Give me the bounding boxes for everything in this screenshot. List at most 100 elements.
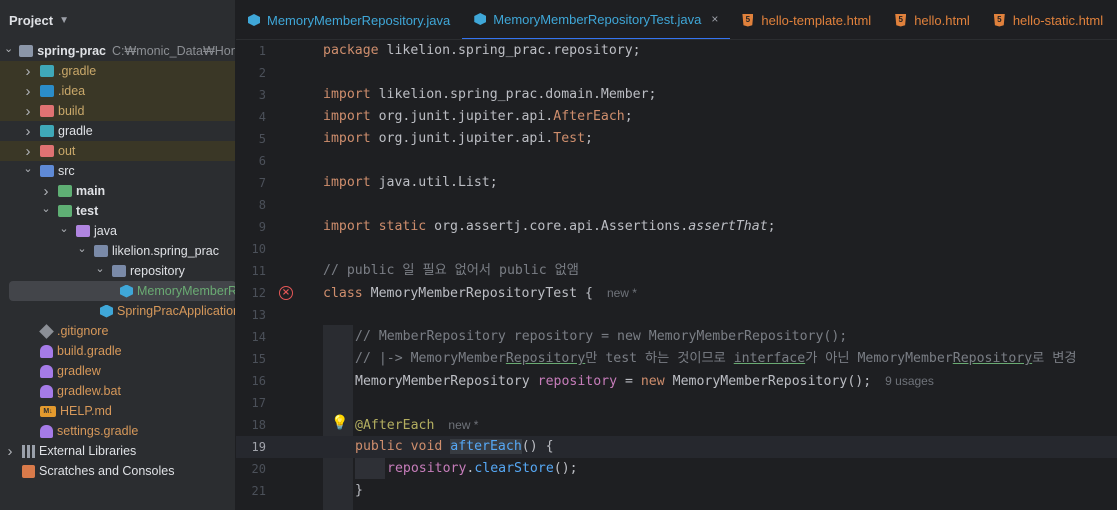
code-line-9[interactable]: import static org.assertj.core.api.Asser… — [323, 216, 776, 238]
line-number[interactable]: 9 — [236, 220, 266, 234]
gradle-folder-icon — [40, 65, 54, 77]
line-number[interactable]: 11 — [236, 264, 266, 278]
line-number[interactable]: 17 — [236, 396, 266, 410]
tree-item-label: src — [58, 164, 75, 178]
tree-item[interactable]: › .idea — [0, 81, 235, 101]
line-number[interactable]: 6 — [236, 154, 266, 168]
tree-item[interactable]: ⌄ java — [0, 221, 235, 241]
code-line-21[interactable]: } — [355, 480, 363, 502]
tree-item-label: test — [76, 204, 99, 218]
tree-item[interactable]: › build — [0, 101, 235, 121]
line-number[interactable]: 13 — [236, 308, 266, 322]
test-source-folder-icon — [76, 225, 90, 237]
editor-tab[interactable]: 5 hello-template.html — [730, 0, 883, 39]
line-number[interactable]: 16 — [236, 374, 266, 388]
lightbulb-icon[interactable]: 💡 — [331, 416, 348, 430]
line-number[interactable]: 19 — [236, 440, 266, 454]
chevron-down-icon[interactable]: ⌄ — [22, 162, 34, 175]
line-number[interactable]: 3 — [236, 88, 266, 102]
editor-line: 21 — [236, 480, 1117, 502]
tree-item[interactable]: ⌄ spring-prac C:₩monic_Data₩Hong — [0, 41, 235, 61]
tree-item-label: java — [94, 224, 117, 238]
editor-line: 2 — [236, 62, 1117, 84]
line-number[interactable]: 12 — [236, 286, 266, 300]
inlay-hint-new[interactable]: new * — [448, 418, 478, 432]
code-line-18[interactable]: @AfterEach new * — [355, 414, 478, 437]
code-line-4[interactable]: import org.junit.jupiter.api.AfterEach; — [323, 106, 633, 128]
tree-item[interactable]: .gitignore — [0, 321, 235, 341]
chevron-right-icon[interactable]: › — [22, 103, 34, 120]
chevron-right-icon[interactable]: › — [22, 143, 34, 160]
line-number[interactable]: 21 — [236, 484, 266, 498]
tab-label: hello.html — [914, 12, 970, 28]
tree-item[interactable]: ⌄ likelion.spring_prac — [0, 241, 235, 261]
chevron-right-icon[interactable]: › — [40, 183, 52, 200]
chevron-right-icon[interactable]: › — [22, 83, 34, 100]
chevron-down-icon[interactable]: ⌄ — [40, 202, 52, 215]
tree-item-label: .gradle — [58, 64, 97, 78]
tree-item[interactable]: SpringPracApplicationTests — [0, 301, 235, 321]
chevron-down-icon[interactable]: ▼ — [59, 15, 69, 26]
chevron-right-icon[interactable]: › — [22, 123, 34, 140]
line-number[interactable]: 4 — [236, 110, 266, 124]
editor-tab[interactable]: MemoryMemberRepository.java — [236, 0, 462, 39]
excluded-folder-icon — [40, 145, 54, 157]
code-line-12[interactable]: class MemoryMemberRepositoryTest {new * — [323, 282, 637, 305]
close-icon[interactable]: × — [711, 12, 718, 26]
code-line-1[interactable]: package likelion.spring_prac.repository; — [323, 40, 641, 62]
line-number[interactable]: 8 — [236, 198, 266, 212]
chevron-right-icon[interactable]: › — [22, 63, 34, 80]
tree-item[interactable]: ⌄ repository — [0, 261, 235, 281]
inlay-hint-new[interactable]: new * — [607, 286, 637, 300]
tree-item[interactable]: ⌄ test — [0, 201, 235, 221]
line-number[interactable]: 18 — [236, 418, 266, 432]
tree-item[interactable]: M↓ HELP.md — [0, 401, 235, 421]
line-number[interactable]: 10 — [236, 242, 266, 256]
project-view-selector[interactable]: Project ▼ — [0, 0, 235, 40]
tree-item-label: Scratches and Consoles — [39, 464, 175, 478]
chevron-right-icon[interactable]: › — [4, 443, 16, 460]
tree-item[interactable]: ⌄ src — [0, 161, 235, 181]
code-line-14[interactable]: // MemberRepository repository = new Mem… — [355, 326, 847, 348]
chevron-down-icon[interactable]: ⌄ — [58, 222, 70, 235]
error-icon[interactable]: × — [279, 286, 293, 300]
code-line-5[interactable]: import org.junit.jupiter.api.Test; — [323, 128, 593, 150]
code-line-11[interactable]: // public 일 필요 없어서 public 없앰 — [323, 260, 579, 282]
chevron-down-icon[interactable]: ⌄ — [76, 242, 88, 255]
line-number[interactable]: 20 — [236, 462, 266, 476]
editor-tab[interactable]: 5 hello.html — [883, 0, 982, 39]
line-number[interactable]: 1 — [236, 44, 266, 58]
line-number[interactable]: 7 — [236, 176, 266, 190]
tree-item[interactable]: build.gradle — [0, 341, 235, 361]
code-line-19[interactable]: public void afterEach() { — [355, 436, 554, 458]
tree-item-label: settings.gradle — [57, 424, 139, 438]
line-number[interactable]: 15 — [236, 352, 266, 366]
code-line-20[interactable]: repository.clearStore(); — [387, 458, 578, 480]
tree-item[interactable]: gradlew.bat — [0, 381, 235, 401]
code-editor[interactable]: 1 2 3 4 5 6 7 8 9 10 11 12 13 14 15 16 17 18 19 20 21 packag… — [236, 40, 1117, 510]
line-number[interactable]: 14 — [236, 330, 266, 344]
tree-item[interactable]: › gradle — [0, 121, 235, 141]
tree-item[interactable]: MemoryMemberRepositoryTest — [9, 281, 235, 301]
inlay-hint-usages[interactable]: 9 usages — [885, 374, 934, 388]
code-line-16[interactable]: MemoryMemberRepository repository = new … — [355, 370, 934, 393]
chevron-down-icon[interactable]: ⌄ — [4, 42, 13, 55]
java-class-icon — [248, 14, 260, 26]
code-line-7[interactable]: import java.util.List; — [323, 172, 498, 194]
editor-tab[interactable]: 5 hello-static.html — [982, 0, 1115, 39]
editor-line: 13 — [236, 304, 1117, 326]
code-line-3[interactable]: import likelion.spring_prac.domain.Membe… — [323, 84, 656, 106]
tree-item[interactable]: settings.gradle — [0, 421, 235, 441]
tree-item[interactable]: gradlew — [0, 361, 235, 381]
line-number[interactable]: 5 — [236, 132, 266, 146]
code-line-15[interactable]: // |-> MemoryMemberRepository만 test 하는 것… — [355, 348, 1077, 370]
tree-item[interactable]: › out — [0, 141, 235, 161]
line-number[interactable]: 2 — [236, 66, 266, 80]
tree-item[interactable]: › .gradle — [0, 61, 235, 81]
tree-item[interactable]: › main — [0, 181, 235, 201]
chevron-down-icon[interactable]: ⌄ — [94, 262, 106, 275]
html-file-icon: 5 — [742, 13, 754, 27]
tree-item[interactable]: › External Libraries — [0, 441, 235, 461]
editor-tab[interactable]: MemoryMemberRepositoryTest.java × — [462, 0, 731, 39]
tree-item[interactable]: Scratches and Consoles — [0, 461, 235, 481]
